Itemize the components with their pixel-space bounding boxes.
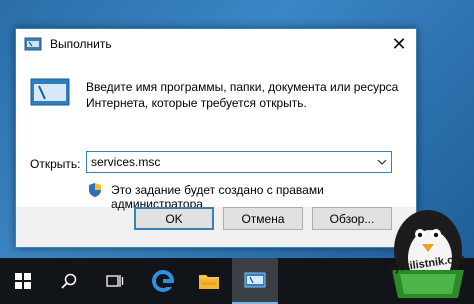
task-view-button[interactable] bbox=[92, 258, 138, 304]
edge-browser-icon bbox=[152, 270, 174, 292]
penguin-logo bbox=[392, 210, 464, 298]
run-taskbar-button[interactable] bbox=[232, 258, 278, 304]
dialog-description: Введите имя программы, папки, документа … bbox=[86, 80, 399, 110]
file-explorer-icon bbox=[199, 275, 219, 289]
search-button[interactable] bbox=[46, 258, 92, 304]
run-app-icon bbox=[24, 37, 42, 51]
open-combobox[interactable] bbox=[86, 151, 392, 173]
dialog-titlebar[interactable]: Выполнить ✕ bbox=[16, 29, 416, 59]
shield-icon bbox=[88, 182, 102, 198]
cancel-button[interactable]: Отмена bbox=[223, 207, 303, 230]
task-view-icon bbox=[106, 275, 124, 287]
ok-button[interactable]: OK bbox=[134, 207, 214, 230]
file-explorer-button[interactable] bbox=[186, 258, 232, 304]
start-button[interactable] bbox=[0, 258, 46, 304]
edge-browser-button[interactable] bbox=[140, 258, 186, 304]
open-input[interactable] bbox=[91, 155, 361, 169]
run-app-icon bbox=[244, 272, 266, 288]
close-icon: ✕ bbox=[391, 33, 407, 54]
chevron-down-icon bbox=[377, 159, 387, 165]
close-button[interactable]: ✕ bbox=[382, 29, 416, 59]
run-dialog: Выполнить ✕ Введите имя программы, папки… bbox=[15, 28, 417, 248]
run-app-icon bbox=[30, 77, 70, 107]
start-icon bbox=[15, 273, 31, 289]
dropdown-button[interactable] bbox=[373, 152, 391, 172]
dialog-title: Выполнить bbox=[50, 37, 112, 51]
search-icon bbox=[61, 273, 77, 289]
dialog-body: Введите имя программы, папки, документа … bbox=[16, 59, 416, 211]
open-label: Открыть: bbox=[30, 157, 81, 171]
